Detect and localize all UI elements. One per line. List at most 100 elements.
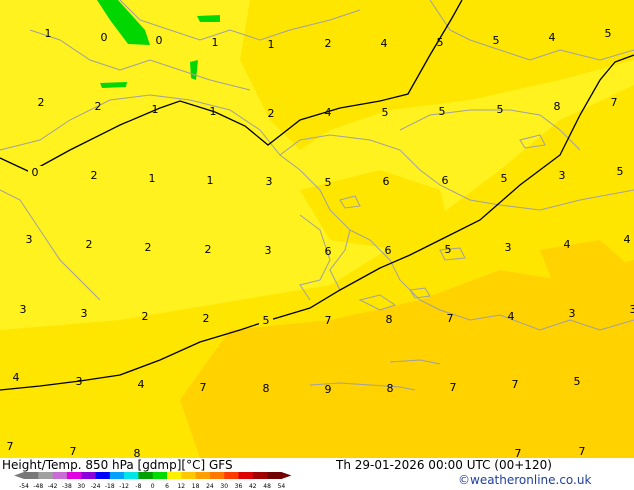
temp-label: 8 bbox=[263, 382, 270, 395]
contour-0c-label: 0 bbox=[32, 166, 39, 179]
temp-label: 7 bbox=[450, 381, 457, 394]
colorbar-tick-label: -48 bbox=[33, 483, 43, 490]
temp-label: 4 bbox=[508, 310, 515, 323]
temp-label: 7 bbox=[611, 96, 618, 109]
temp-label: 3 bbox=[630, 303, 634, 316]
temp-label: 8 bbox=[386, 313, 393, 326]
colorbar-block bbox=[195, 472, 211, 479]
colorbar-block bbox=[66, 472, 82, 479]
colorbar-tick-label: -54 bbox=[19, 483, 29, 490]
colorbar-block bbox=[81, 472, 96, 479]
temp-label: 5 bbox=[437, 36, 444, 49]
temp-label: 8 bbox=[387, 382, 394, 395]
colorbar-tick-label: 12 bbox=[177, 483, 185, 490]
colorbar-tick-label: 0 bbox=[151, 483, 155, 490]
temp-label: 6 bbox=[325, 245, 332, 258]
temp-label: 3 bbox=[505, 241, 512, 254]
temp-label: 7 bbox=[579, 445, 586, 458]
colorbar-tick-label: 42 bbox=[249, 483, 257, 490]
colorbar: -54 -48 -42 -38 30 -24 -18 -12 -8 0 6 12 18 24 30 36 42 4… bbox=[14, 472, 292, 490]
temp-label: 7 bbox=[200, 381, 207, 394]
colorbar-block bbox=[95, 472, 111, 479]
temp-label: 3 bbox=[26, 233, 33, 246]
temp-label: 2 bbox=[38, 96, 45, 109]
temp-label: 5 bbox=[382, 106, 389, 119]
temp-label: 6 bbox=[383, 175, 390, 188]
colorbar-tick-label: -8 bbox=[135, 483, 141, 490]
temp-label: 6 bbox=[442, 174, 449, 187]
colorbar-block bbox=[138, 472, 154, 479]
colorbar-block bbox=[267, 472, 282, 479]
colorbar-tick-label: 54 bbox=[278, 483, 286, 490]
colorbar-arrow-right bbox=[281, 472, 292, 479]
temp-label: 2 bbox=[145, 241, 152, 254]
temp-label: 3 bbox=[20, 303, 27, 316]
temp-label: 1 bbox=[45, 27, 52, 40]
temperature-map: 0 5 100112455452211245558721135665353222… bbox=[0, 0, 634, 460]
temp-label: 2 bbox=[325, 37, 332, 50]
colorbar-block bbox=[252, 472, 268, 479]
colorbar-block bbox=[181, 472, 197, 479]
temp-label: 1 bbox=[152, 103, 159, 116]
temp-label: 5 bbox=[574, 375, 581, 388]
green-patch-2 bbox=[197, 15, 220, 22]
temp-label: 4 bbox=[13, 371, 20, 384]
temp-label: 0 bbox=[101, 31, 108, 44]
temp-label: 7 bbox=[515, 447, 522, 458]
temp-label: 1 bbox=[207, 174, 214, 187]
credit-link[interactable]: ©weatheronline.co.uk bbox=[458, 473, 591, 487]
colorbar-ticks: -54 -48 -42 -38 30 -24 -18 -12 -8 0 6 12 18 24 30 36 42 4… bbox=[19, 483, 285, 490]
temp-label: 5 bbox=[439, 105, 446, 118]
temp-label: 2 bbox=[86, 238, 93, 251]
colorbar-block bbox=[167, 472, 182, 479]
temp-label: 8 bbox=[134, 447, 141, 458]
temp-label: 4 bbox=[624, 233, 631, 246]
colorbar-block bbox=[38, 472, 54, 479]
temp-label: 9 bbox=[325, 383, 332, 396]
temp-label: 1 bbox=[210, 105, 217, 118]
map-svg: 0 5 1 0 0 1 1 2 4 5 5 4 52 2 1 1 2 4 5 5 5 8 72 1 1 3 5 6 6 5 3 53 2 2 2… bbox=[0, 0, 634, 460]
temp-label: 7 bbox=[447, 312, 454, 325]
temp-label: 5 bbox=[445, 243, 452, 256]
colorbar-block bbox=[224, 472, 239, 479]
colorbar-block bbox=[209, 472, 225, 479]
temp-label: 2 bbox=[142, 310, 149, 323]
temp-label: 4 bbox=[564, 238, 571, 251]
temp-label: 5 bbox=[325, 176, 332, 189]
temp-label: 1 bbox=[268, 38, 275, 51]
temp-label: 3 bbox=[265, 244, 272, 257]
colorbar-tick-label: 24 bbox=[206, 483, 214, 490]
temp-label: 5 bbox=[617, 165, 624, 178]
colorbar-block bbox=[109, 472, 125, 479]
temp-label: 1 bbox=[149, 172, 156, 185]
temp-label: 5 bbox=[501, 172, 508, 185]
temp-label: 8 bbox=[554, 100, 561, 113]
colorbar-tick-label: 30 bbox=[220, 483, 228, 490]
temp-label: 4 bbox=[381, 37, 388, 50]
temp-label: 2 bbox=[95, 100, 102, 113]
green-patch-3 bbox=[100, 82, 127, 88]
temp-label: 3 bbox=[559, 169, 566, 182]
colorbar-block bbox=[152, 472, 168, 479]
temp-label: 3 bbox=[266, 175, 273, 188]
temp-label: 0 bbox=[156, 34, 163, 47]
colorbar-tick-label: 48 bbox=[263, 483, 271, 490]
temp-label: 7 bbox=[70, 445, 77, 458]
colorbar-arrow-left bbox=[14, 472, 24, 479]
temp-label: 4 bbox=[138, 378, 145, 391]
colorbar-tick-label: 36 bbox=[235, 483, 243, 490]
temp-label: 7 bbox=[7, 440, 14, 453]
temp-label: 4 bbox=[549, 31, 556, 44]
colorbar-block bbox=[238, 472, 254, 479]
temp-label: 3 bbox=[81, 307, 88, 320]
temp-label: 3 bbox=[76, 375, 83, 388]
temp-label: 2 bbox=[205, 243, 212, 256]
temp-label: 6 bbox=[385, 244, 392, 257]
temp-label: 7 bbox=[512, 378, 519, 391]
colorbar-block bbox=[52, 472, 68, 479]
colorbar-tick-label: -38 bbox=[62, 483, 72, 490]
colorbar-tick-label: 18 bbox=[192, 483, 200, 490]
valid-time: Th 29-01-2026 00:00 UTC (00+120) bbox=[336, 458, 552, 472]
map-footer: Height/Temp. 850 hPa [gdmp][°C] GFS Th 2… bbox=[0, 458, 634, 490]
colorbar-block bbox=[24, 472, 39, 479]
